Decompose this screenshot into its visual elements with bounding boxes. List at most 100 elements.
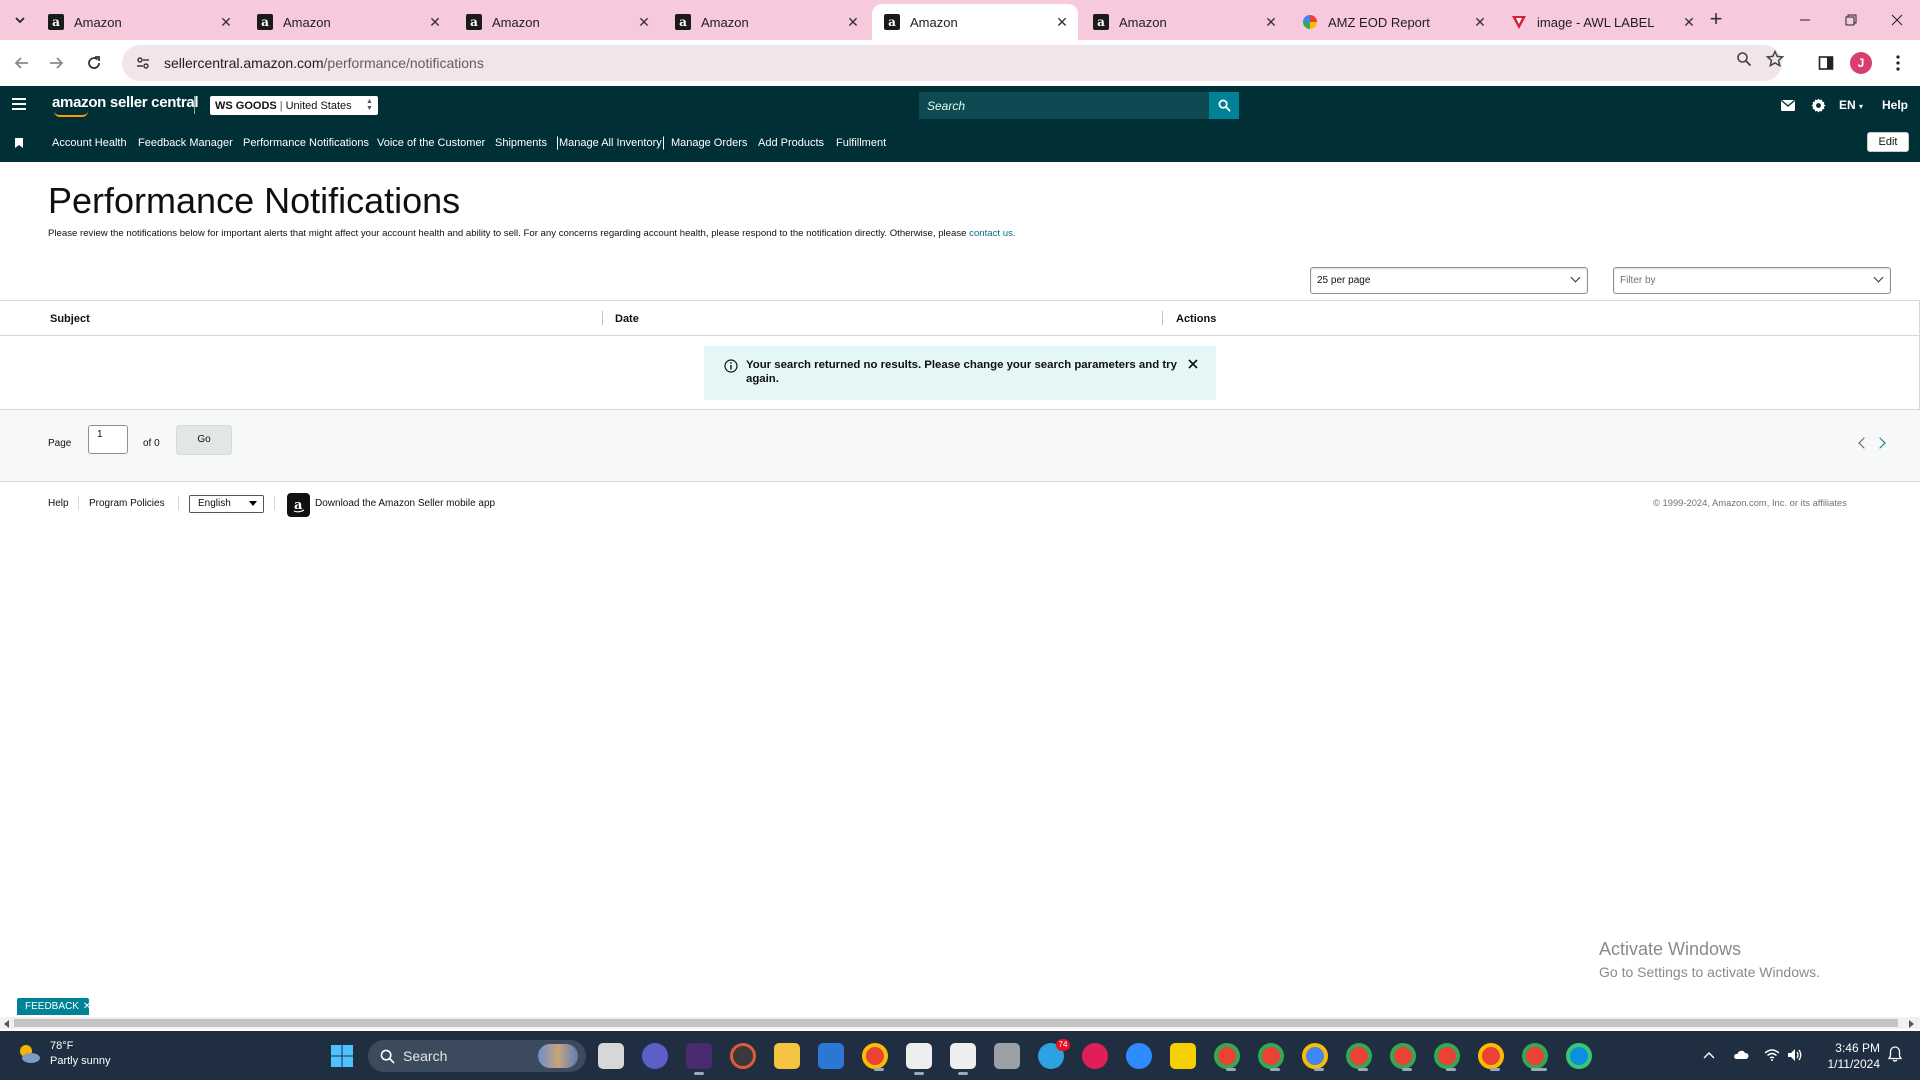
close-icon[interactable]: ✕: [427, 14, 443, 30]
browser-tab[interactable]: a Amazon ✕: [454, 4, 660, 40]
store-picker[interactable]: WS GOODS | United States ▲ ▼: [210, 96, 378, 115]
help-link[interactable]: Help: [1882, 98, 1908, 112]
footer-language-select[interactable]: English: [189, 495, 264, 513]
wifi-icon[interactable]: [1763, 1046, 1781, 1064]
volume-icon[interactable]: [1786, 1046, 1804, 1064]
browser-tab[interactable]: a Amazon ✕: [1081, 4, 1287, 40]
zoom-button[interactable]: [1734, 49, 1754, 69]
contact-us-link[interactable]: contact us.: [969, 228, 1015, 239]
close-icon[interactable]: [1186, 357, 1200, 371]
close-icon[interactable]: ✕: [636, 14, 652, 30]
forward-button[interactable]: [44, 51, 68, 75]
chrome-active-icon[interactable]: [1522, 1043, 1548, 1071]
chrome-profile-icon-2[interactable]: [1258, 1043, 1284, 1071]
horizontal-scrollbar[interactable]: [0, 1017, 1920, 1029]
nav-item-manage-all-inventory[interactable]: Manage All Inventory: [557, 136, 664, 150]
per-page-select[interactable]: 25 per page: [1310, 267, 1588, 294]
close-icon[interactable]: ✕: [218, 14, 234, 30]
notification-bell-icon[interactable]: [1887, 1046, 1904, 1064]
chrome-profile-icon[interactable]: [1214, 1043, 1240, 1071]
close-icon[interactable]: ✕: [1472, 14, 1488, 30]
column-divider[interactable]: [602, 311, 603, 325]
filter-select[interactable]: Filter by: [1613, 267, 1891, 294]
system-clock[interactable]: 3:46 PM 1/11/2024: [1820, 1040, 1881, 1072]
nav-item-manage-orders[interactable]: Manage Orders: [671, 137, 747, 149]
sticky-notes-icon[interactable]: [1170, 1043, 1196, 1069]
next-app-icon[interactable]: [686, 1043, 712, 1075]
header-search-button[interactable]: [1209, 92, 1239, 119]
close-icon[interactable]: ✕: [83, 1001, 91, 1012]
bookmark-icon[interactable]: [15, 138, 23, 148]
column-header-date[interactable]: Date: [615, 313, 639, 325]
chevron-left-icon[interactable]: [1858, 437, 1870, 449]
footer-program-policies-link[interactable]: Program Policies: [89, 498, 165, 509]
task-view-icon[interactable]: [598, 1043, 624, 1069]
footer-help-link[interactable]: Help: [48, 498, 69, 509]
nav-item-account-health[interactable]: Account Health: [52, 137, 127, 149]
chevron-right-icon[interactable]: [1874, 437, 1886, 449]
nav-item-fulfillment[interactable]: Fulfillment: [836, 137, 886, 149]
scrollbar-thumb[interactable]: [14, 1019, 1898, 1027]
file-explorer-icon[interactable]: [774, 1043, 800, 1069]
nav-item-feedback-manager[interactable]: Feedback Manager: [138, 137, 233, 149]
chrome-icon[interactable]: [862, 1043, 888, 1071]
tray-chevron-up-icon[interactable]: [1700, 1046, 1718, 1064]
chrome-profile-icon-6[interactable]: [1434, 1043, 1460, 1071]
messages-button[interactable]: [1780, 97, 1796, 113]
back-button[interactable]: [10, 51, 34, 75]
close-icon[interactable]: ✕: [1054, 14, 1070, 30]
side-panel-button[interactable]: [1815, 52, 1837, 74]
language-selector[interactable]: EN ▾: [1839, 98, 1863, 112]
onedrive-cloud-icon[interactable]: [1732, 1046, 1750, 1064]
start-button[interactable]: [330, 1044, 354, 1068]
minimize-button[interactable]: [1782, 0, 1828, 40]
chart-app-icon[interactable]: [906, 1043, 932, 1075]
chrome-profile-icon-5[interactable]: [1390, 1043, 1416, 1071]
close-icon[interactable]: ✕: [1263, 14, 1279, 30]
scroll-right-arrow-icon[interactable]: [1909, 1020, 1914, 1028]
nav-item-add-products[interactable]: Add Products: [758, 137, 824, 149]
close-icon[interactable]: ✕: [1681, 14, 1697, 30]
telegram-icon[interactable]: 74: [1038, 1039, 1070, 1069]
calculator-icon[interactable]: [994, 1043, 1020, 1069]
close-icon[interactable]: ✕: [845, 14, 861, 30]
weather-widget[interactable]: 78°F Partly sunny: [16, 1039, 111, 1069]
close-window-button[interactable]: [1874, 0, 1920, 40]
browser-tab[interactable]: a Amazon ✕: [36, 4, 242, 40]
chrome-profile-icon-7[interactable]: [1478, 1043, 1504, 1071]
chart-app-icon-2[interactable]: [950, 1043, 976, 1075]
download-app-link[interactable]: Download the Amazon Seller mobile app: [315, 498, 495, 509]
browser-tab[interactable]: a Amazon ✕: [872, 4, 1078, 40]
chrome-profile-icon-4[interactable]: [1346, 1043, 1372, 1071]
hamburger-menu-icon[interactable]: [12, 98, 26, 110]
scroll-left-arrow-icon[interactable]: [4, 1020, 9, 1028]
column-divider[interactable]: [1162, 311, 1163, 325]
seller-central-logo[interactable]: amazon seller central: [52, 94, 199, 117]
address-bar[interactable]: sellercentral.amazon.com/performance/not…: [122, 45, 1782, 81]
site-info-icon[interactable]: [134, 54, 152, 72]
slack-icon[interactable]: [1082, 1043, 1108, 1069]
bookmark-star-button[interactable]: [1765, 49, 1785, 69]
restore-button[interactable]: [1828, 0, 1874, 40]
nav-item-shipments[interactable]: Shipments: [495, 137, 547, 149]
reload-button[interactable]: [82, 51, 106, 75]
nav-item-voice-of-the-customer[interactable]: Voice of the Customer: [377, 137, 485, 149]
browser-tab[interactable]: a Amazon ✕: [245, 4, 451, 40]
tab-search-button[interactable]: [8, 8, 32, 32]
taskbar-search[interactable]: Search: [368, 1040, 586, 1072]
browser-menu-button[interactable]: [1887, 52, 1909, 74]
new-tab-button[interactable]: +: [1704, 8, 1728, 32]
zoom-icon[interactable]: [1126, 1043, 1152, 1069]
edit-nav-button[interactable]: Edit: [1867, 132, 1909, 152]
go-button[interactable]: Go: [176, 425, 232, 455]
edge-icon[interactable]: [1566, 1043, 1592, 1069]
browser-tab[interactable]: a Amazon ✕: [663, 4, 869, 40]
teams-chat-icon[interactable]: [642, 1043, 668, 1069]
app-icon[interactable]: [730, 1043, 756, 1069]
feedback-button[interactable]: FEEDBACK ✕: [17, 998, 91, 1015]
browser-tab[interactable]: image - AWL LABEL ✕: [1499, 4, 1705, 40]
header-search-input[interactable]: [919, 92, 1209, 119]
column-header-subject[interactable]: Subject: [50, 313, 90, 325]
browser-tab[interactable]: AMZ EOD Report ✕: [1290, 4, 1496, 40]
amazon-app-icon[interactable]: a: [287, 493, 310, 517]
